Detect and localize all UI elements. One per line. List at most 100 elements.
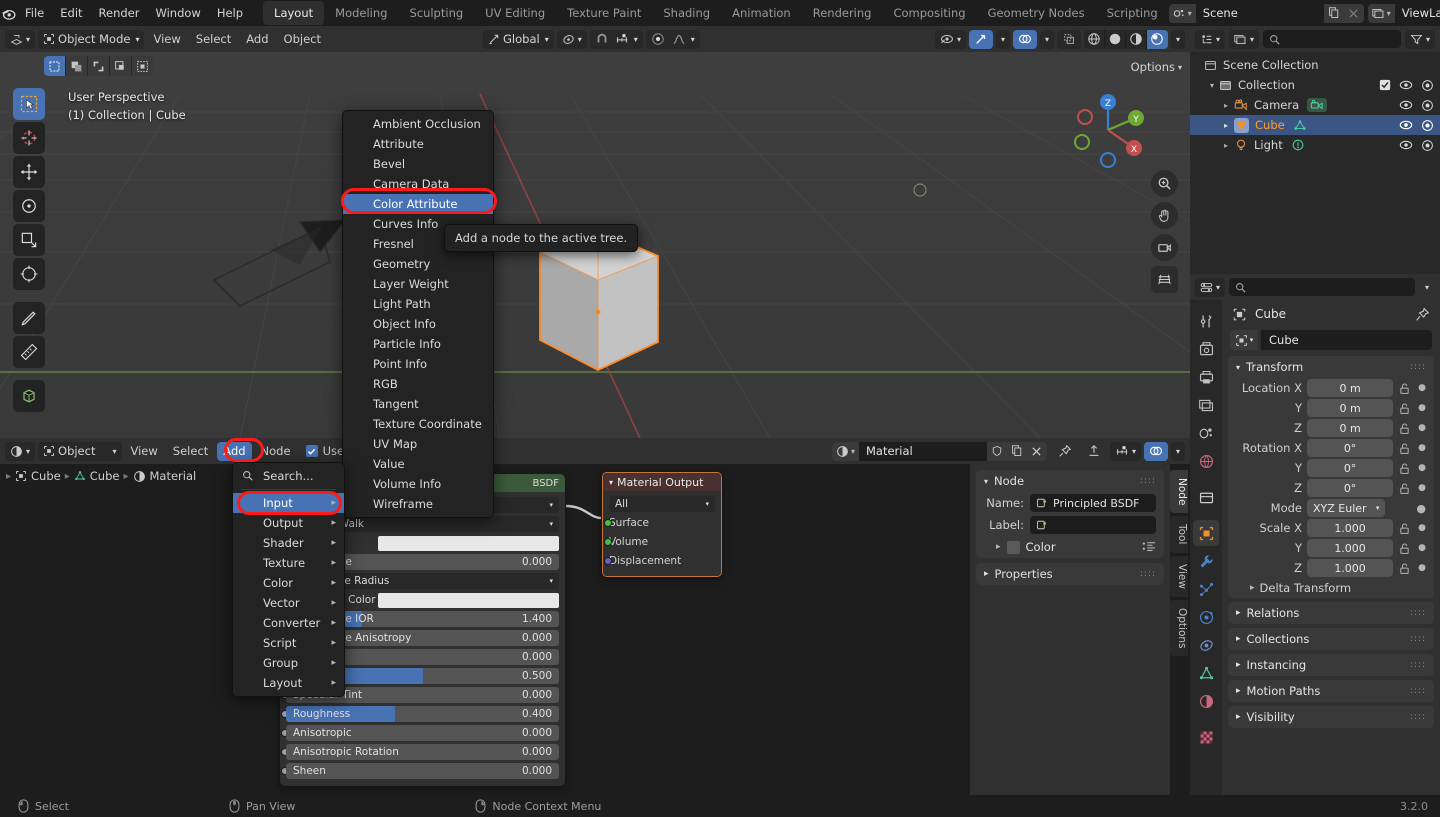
add-node-item-uv-map[interactable]: UV Map bbox=[343, 434, 493, 454]
snap-controls[interactable]: ▾ bbox=[589, 29, 643, 49]
socket-surface[interactable] bbox=[604, 519, 612, 527]
unlink-scene-button[interactable] bbox=[1343, 3, 1364, 23]
new-scene-button[interactable] bbox=[1323, 3, 1344, 23]
list-icon[interactable] bbox=[1142, 541, 1156, 553]
panel-instancing[interactable]: ▸ Instancing:::: bbox=[1228, 654, 1434, 676]
add-node-item-geometry[interactable]: Geometry bbox=[343, 254, 493, 274]
viewport-menu-add[interactable]: Add bbox=[240, 30, 274, 49]
navigation-gizmo[interactable]: Z Y X bbox=[1068, 90, 1148, 170]
camera-render-icon[interactable] bbox=[1421, 119, 1434, 132]
add-menu-category-converter[interactable]: Converter ▸ bbox=[233, 613, 344, 633]
add-node-item-texture-coordinate[interactable]: Texture Coordinate bbox=[343, 414, 493, 434]
node-overlay-dropdown[interactable]: ▾ bbox=[1170, 441, 1185, 461]
properties-tab-constraints[interactable] bbox=[1193, 632, 1219, 658]
viewport-menu-object[interactable]: Object bbox=[278, 30, 327, 49]
chevron-down-icon[interactable]: ▾ bbox=[1236, 363, 1240, 372]
menu-help[interactable]: Help bbox=[209, 3, 251, 23]
chevron-right-icon[interactable]: ▸ bbox=[1236, 686, 1241, 696]
lock-icon[interactable] bbox=[1398, 542, 1411, 555]
panel-grip[interactable]: :::: bbox=[1410, 362, 1426, 372]
animate-property-icon[interactable]: ● bbox=[1418, 403, 1426, 413]
chevron-right-icon[interactable]: ▸ bbox=[1236, 634, 1241, 644]
scale-row-scale-x-0-value[interactable]: 1.000 bbox=[1307, 519, 1394, 537]
shading-dropdown[interactable]: ▾ bbox=[1170, 29, 1185, 49]
panel-header-4[interactable]: ▸ Visibility:::: bbox=[1228, 706, 1434, 728]
input-row-anisotropic[interactable]: Anisotropic 0.000 bbox=[281, 724, 559, 742]
snap-icon[interactable] bbox=[1081, 442, 1107, 461]
shader-menu-node[interactable]: Node bbox=[255, 442, 297, 461]
panel-collections[interactable]: ▸ Collections:::: bbox=[1228, 628, 1434, 650]
proportional-edit-icon[interactable] bbox=[651, 32, 665, 46]
node-material-output[interactable]: ▾ Material Output All ▾ Surface Volume D… bbox=[602, 472, 722, 577]
transform-tool[interactable] bbox=[13, 258, 45, 290]
properties-tab-particles[interactable] bbox=[1193, 576, 1219, 602]
panel-grip[interactable]: :::: bbox=[1410, 686, 1426, 696]
gizmo-icon[interactable] bbox=[968, 29, 993, 49]
node-output-displacement-row[interactable]: Displacement bbox=[604, 552, 715, 570]
pin-icon[interactable] bbox=[1415, 307, 1430, 322]
panel-header-3[interactable]: ▸ Motion Paths:::: bbox=[1228, 680, 1434, 702]
node-panel-header[interactable]: ▾ Node :::: bbox=[976, 470, 1164, 492]
tab-scripting[interactable]: Scripting bbox=[1096, 1, 1169, 25]
viewlayer-icon[interactable]: ▾ bbox=[1367, 3, 1395, 23]
transform-panel-header[interactable]: ▾ Transform :::: bbox=[1228, 356, 1434, 378]
checkbox-icon[interactable] bbox=[1379, 79, 1391, 91]
tab-shading[interactable]: Shading bbox=[652, 1, 721, 25]
animate-property-icon[interactable]: ● bbox=[1418, 543, 1426, 553]
properties-tab-physics[interactable] bbox=[1193, 604, 1219, 630]
viewport-menu-select[interactable]: Select bbox=[190, 30, 237, 49]
add-menu-category-layout[interactable]: Layout ▸ bbox=[233, 673, 344, 693]
add-node-item-particle-info[interactable]: Particle Info bbox=[343, 334, 493, 354]
transform-row-rotation-x-3-value[interactable]: 0° bbox=[1307, 439, 1394, 457]
panel-motion-paths[interactable]: ▸ Motion Paths:::: bbox=[1228, 680, 1434, 702]
properties-tab-view-layer[interactable] bbox=[1193, 392, 1219, 418]
camera-view-icon[interactable] bbox=[1151, 234, 1178, 261]
scale-row-z-2-value[interactable]: 1.000 bbox=[1307, 559, 1394, 577]
node-output-target[interactable]: All ▾ bbox=[609, 496, 715, 512]
blender-logo-icon[interactable] bbox=[0, 5, 17, 22]
properties-options-dropdown[interactable]: ▾ bbox=[1419, 278, 1435, 297]
camera-data-icon[interactable] bbox=[1307, 98, 1328, 112]
zoom-icon[interactable] bbox=[1151, 170, 1178, 197]
properties-tab-texture[interactable] bbox=[1193, 724, 1219, 750]
properties-tab-material[interactable] bbox=[1193, 688, 1219, 714]
overlays-icon[interactable] bbox=[1012, 29, 1037, 49]
select-mode-intersect[interactable] bbox=[132, 56, 153, 76]
node-name-field[interactable]: Principled BSDF bbox=[1030, 494, 1156, 512]
lock-icon[interactable] bbox=[1398, 462, 1411, 475]
proportional-edit-controls[interactable]: ▾ bbox=[645, 29, 700, 49]
chevron-right-icon[interactable]: ▸ bbox=[1236, 608, 1241, 618]
add-node-item-wireframe[interactable]: Wireframe bbox=[343, 494, 493, 514]
select-box-tool[interactable] bbox=[13, 88, 45, 120]
tab-uv-editing[interactable]: UV Editing bbox=[474, 1, 556, 25]
chevron-down-icon[interactable]: ▾ bbox=[984, 477, 988, 486]
outliner-row-cube[interactable]: ▸ Cube bbox=[1190, 115, 1440, 135]
add-node-item-color-attribute[interactable]: Color Attribute bbox=[343, 194, 493, 214]
eye-icon[interactable] bbox=[1399, 119, 1413, 131]
shading-solid[interactable] bbox=[1105, 29, 1126, 49]
mesh-data-icon[interactable] bbox=[1293, 119, 1307, 132]
socket-displacement[interactable] bbox=[604, 557, 612, 565]
tab-modeling[interactable]: Modeling bbox=[324, 1, 398, 25]
pan-hand-icon[interactable] bbox=[1151, 202, 1178, 229]
lock-icon[interactable] bbox=[1398, 562, 1411, 575]
shading-wireframe[interactable] bbox=[1084, 29, 1105, 49]
eye-icon[interactable] bbox=[1399, 99, 1413, 111]
node-properties-collapsed-panel[interactable]: ▸ Properties :::: bbox=[976, 563, 1164, 585]
chevron-right-icon[interactable]: ▸ bbox=[996, 542, 1001, 552]
chevron-right-icon[interactable]: ▸ bbox=[1236, 712, 1241, 722]
light-data-icon[interactable] bbox=[1291, 138, 1305, 152]
tab-texture-paint[interactable]: Texture Paint bbox=[556, 1, 652, 25]
animate-property-icon[interactable]: ● bbox=[1418, 483, 1426, 493]
add-node-item-value[interactable]: Value bbox=[343, 454, 493, 474]
menu-window[interactable]: Window bbox=[147, 3, 208, 23]
lock-icon[interactable] bbox=[1398, 382, 1411, 395]
toggle-ortho-icon[interactable] bbox=[1151, 266, 1178, 293]
camera-render-icon[interactable] bbox=[1421, 79, 1434, 92]
rotate-tool[interactable] bbox=[13, 190, 45, 222]
shading-material-preview[interactable] bbox=[1126, 29, 1147, 49]
tab-geometry-nodes[interactable]: Geometry Nodes bbox=[977, 1, 1096, 25]
add-node-item-ambient-occlusion[interactable]: Ambient Occlusion bbox=[343, 114, 493, 134]
panel-grip[interactable]: :::: bbox=[1410, 712, 1426, 722]
node-output-header[interactable]: ▾ Material Output bbox=[603, 473, 721, 491]
